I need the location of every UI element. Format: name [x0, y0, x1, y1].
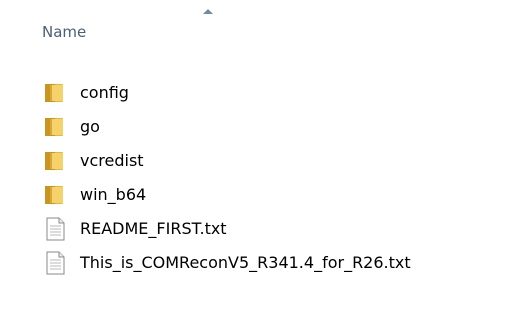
- item-name: win_b64: [80, 185, 147, 204]
- folder-icon: [42, 149, 68, 173]
- sort-ascending-icon[interactable]: [203, 9, 213, 14]
- column-header-bar: Name: [0, 0, 518, 66]
- item-name: config: [80, 83, 129, 102]
- folder-icon: [42, 183, 68, 207]
- item-name: go: [80, 117, 100, 136]
- folder-icon: [42, 81, 68, 105]
- file-row-readme-first[interactable]: README_FIRST.txt: [0, 212, 518, 246]
- folder-row-vcredist[interactable]: vcredist: [0, 144, 518, 178]
- folder-row-config[interactable]: config: [0, 76, 518, 110]
- item-name: README_FIRST.txt: [80, 219, 227, 238]
- text-file-icon: [42, 251, 68, 275]
- file-row-comrecon[interactable]: This_is_COMReconV5_R341.4_for_R26.txt: [0, 246, 518, 280]
- name-column-header[interactable]: Name: [42, 21, 86, 43]
- folder-row-go[interactable]: go: [0, 110, 518, 144]
- folder-row-win-b64[interactable]: win_b64: [0, 178, 518, 212]
- folder-icon: [42, 115, 68, 139]
- item-name: This_is_COMReconV5_R341.4_for_R26.txt: [80, 253, 411, 272]
- item-name: vcredist: [80, 151, 144, 170]
- text-file-icon: [42, 217, 68, 241]
